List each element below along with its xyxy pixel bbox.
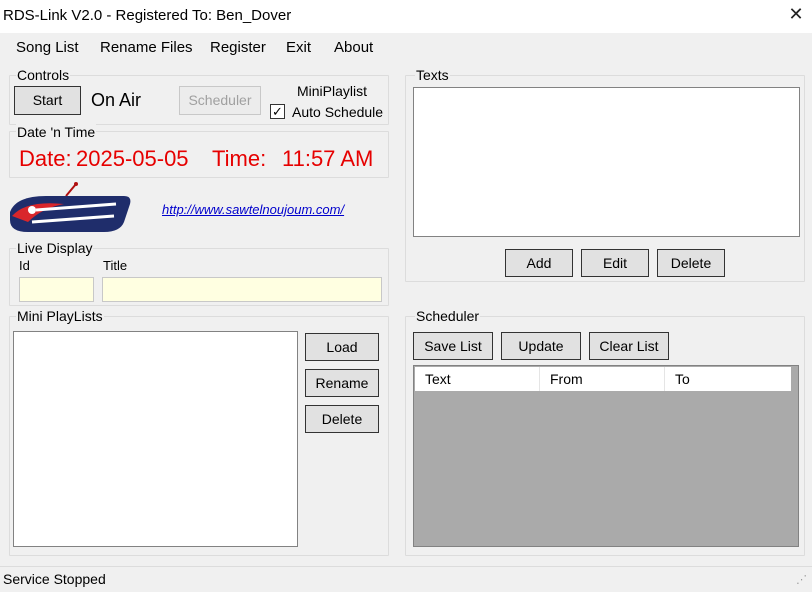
auto-schedule-label: Auto Schedule — [292, 104, 384, 120]
menu-song-list[interactable]: Song List — [16, 39, 79, 56]
scheduler-button[interactable]: Scheduler — [179, 86, 261, 115]
menu-bar: Song List Rename Files Register Exit Abo… — [0, 33, 812, 61]
mini-playlists-listbox[interactable] — [13, 331, 298, 547]
date-value: 2025-05-05 — [76, 146, 189, 171]
column-header-to[interactable]: To — [665, 367, 791, 391]
rename-button[interactable]: Rename — [305, 369, 379, 397]
title-label: Title — [103, 258, 128, 273]
edit-text-button[interactable]: Edit — [581, 249, 649, 277]
menu-register[interactable]: Register — [210, 39, 266, 56]
auto-schedule-checkbox[interactable]: ✓ — [270, 104, 285, 119]
datetime-legend: Date 'n Time — [16, 124, 97, 140]
time-label: Time: — [212, 146, 267, 171]
on-air-label: On Air — [91, 90, 142, 110]
id-label: Id — [19, 258, 30, 273]
playlist-delete-button[interactable]: Delete — [305, 405, 379, 433]
texts-legend: Texts — [415, 67, 450, 83]
mini-playlists-legend: Mini PlayLists — [16, 308, 104, 324]
menu-exit[interactable]: Exit — [286, 39, 311, 56]
scheduler-listview[interactable]: Text From To — [413, 365, 799, 547]
id-field[interactable] — [19, 277, 94, 302]
add-text-button[interactable]: Add — [505, 249, 573, 277]
resize-grip-icon[interactable]: ⋰ — [796, 575, 807, 586]
texts-listbox[interactable] — [413, 87, 800, 237]
clear-list-button[interactable]: Clear List — [589, 332, 669, 360]
column-header-from[interactable]: From — [540, 367, 665, 391]
time-value: 11:57 AM — [282, 146, 374, 171]
station-logo — [6, 182, 132, 238]
save-list-button[interactable]: Save List — [413, 332, 493, 360]
controls-legend: Controls — [16, 67, 71, 83]
window-title: RDS-Link V2.0 - Registered To: Ben_Dover — [3, 7, 292, 24]
column-header-text[interactable]: Text — [415, 367, 540, 391]
close-icon[interactable]: ✕ — [786, 4, 806, 24]
delete-text-button[interactable]: Delete — [657, 249, 725, 277]
scheduler-legend: Scheduler — [415, 308, 481, 324]
status-text: Service Stopped — [3, 571, 106, 587]
load-button[interactable]: Load — [305, 333, 379, 361]
start-button[interactable]: Start — [14, 86, 81, 115]
miniplaylist-label: MiniPlaylist — [297, 83, 368, 99]
scheduler-list-header: Text From To — [415, 367, 791, 391]
website-link[interactable]: http://www.sawtelnoujoum.com/ — [162, 202, 344, 217]
live-display-legend: Live Display — [16, 240, 94, 256]
status-bar: Service Stopped ⋰ — [0, 566, 812, 592]
title-bar: RDS-Link V2.0 - Registered To: Ben_Dover… — [0, 0, 812, 33]
update-button[interactable]: Update — [501, 332, 581, 360]
title-field[interactable] — [102, 277, 382, 302]
menu-about[interactable]: About — [334, 39, 373, 56]
date-label: Date: — [19, 146, 72, 171]
menu-rename-files[interactable]: Rename Files — [100, 39, 193, 56]
